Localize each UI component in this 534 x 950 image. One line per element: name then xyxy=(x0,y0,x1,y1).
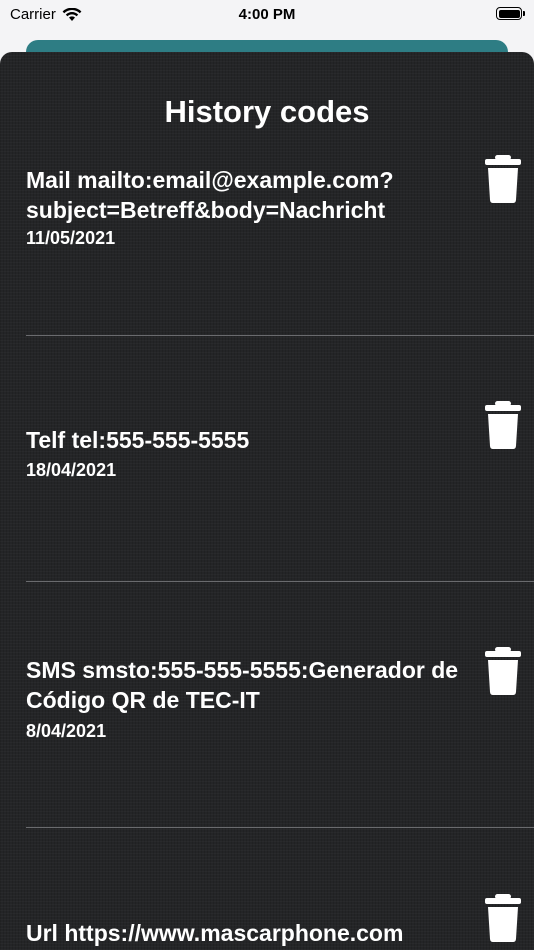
status-bar: Carrier 4:00 PM xyxy=(0,0,534,30)
trash-icon[interactable] xyxy=(484,646,522,696)
history-date: 11/05/2021 xyxy=(26,228,116,248)
history-code-text: Mail mailto:email@example.com?subject=Be… xyxy=(26,167,394,223)
history-date: 18/04/2021 xyxy=(26,460,117,480)
divider xyxy=(26,827,534,828)
trash-icon[interactable] xyxy=(484,154,522,204)
divider xyxy=(26,581,534,582)
history-code-text: SMS smsto:555-555-5555:Generador de Códi… xyxy=(26,657,459,713)
history-date: 8/04/2021 xyxy=(26,721,107,741)
status-time: 4:00 PM xyxy=(238,6,296,23)
trash-icon[interactable] xyxy=(484,893,522,943)
page-title: History codes xyxy=(164,94,370,129)
history-sheet: History codes Mail mailto:email@example.… xyxy=(0,52,534,950)
history-code-text: Url https://www.mascarphone.com xyxy=(26,920,404,946)
trash-icon[interactable] xyxy=(484,400,522,450)
divider xyxy=(26,335,534,336)
history-code-text: Telf tel:555-555-5555 xyxy=(26,427,250,453)
battery-fill xyxy=(498,9,520,18)
battery-icon xyxy=(496,7,525,20)
